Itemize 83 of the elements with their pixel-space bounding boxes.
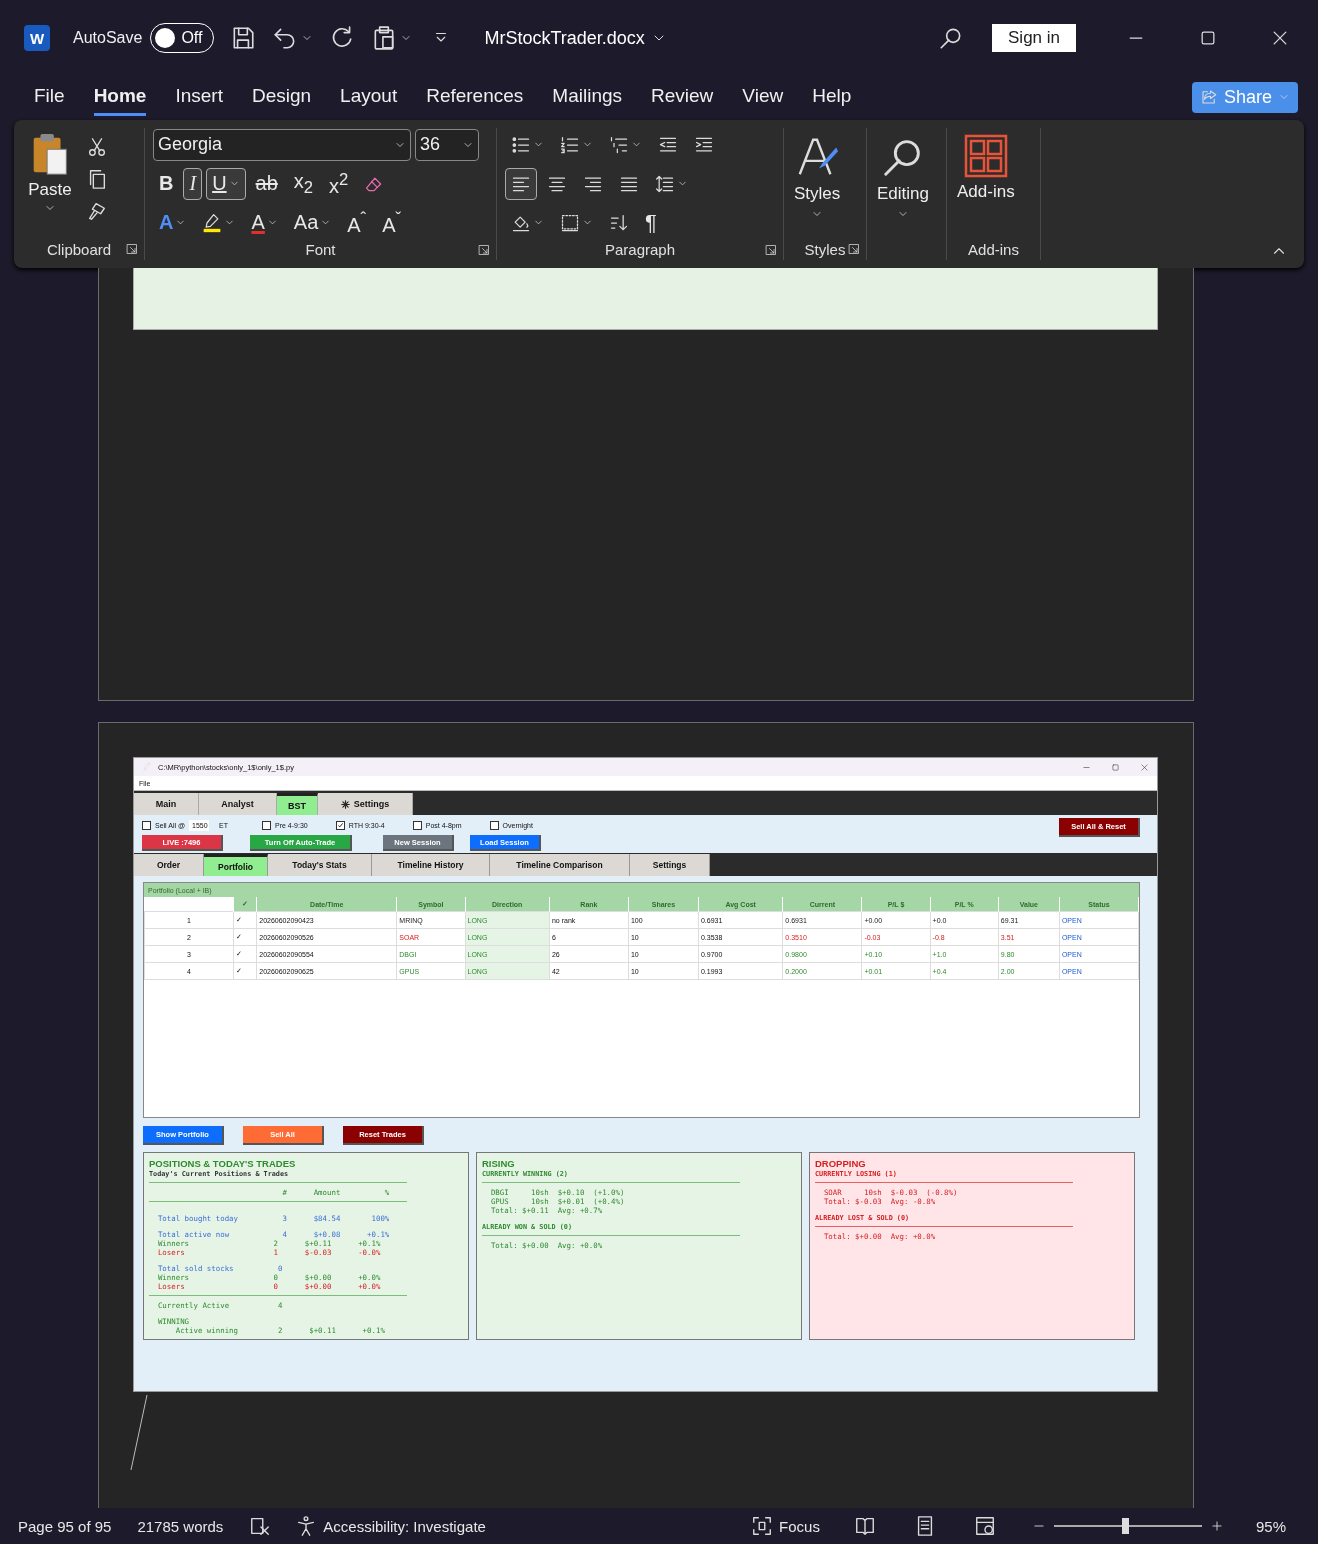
tab[interactable]: Order <box>134 854 204 876</box>
grow-font-button[interactable]: A$^{ˆ}$ <box>341 206 373 239</box>
tab[interactable]: Timeline History <box>372 854 490 876</box>
add-ins-button[interactable]: Add-ins <box>947 128 1025 238</box>
slider-thumb[interactable] <box>1122 1518 1129 1534</box>
borders-icon <box>560 212 580 233</box>
panel-title: RISING <box>482 1158 516 1169</box>
bullet-list-icon <box>511 134 531 155</box>
grid-icon <box>963 134 1008 178</box>
menu-tab[interactable]: Design <box>251 78 312 116</box>
group-label: Styles <box>804 240 846 258</box>
launcher-icon[interactable] <box>478 243 490 256</box>
tab[interactable]: Portfolio <box>204 854 268 876</box>
pilcrow-button[interactable]: ¶ <box>639 206 663 239</box>
tab[interactable]: BST <box>277 793 318 815</box>
menu-tab[interactable]: Home <box>93 78 147 116</box>
format-painter-icon[interactable] <box>86 200 108 222</box>
change-case-button[interactable]: Aa <box>287 206 338 239</box>
checkbox[interactable] <box>142 820 151 830</box>
tab[interactable]: Today's Stats <box>268 854 372 876</box>
tab[interactable]: Settings <box>318 793 413 815</box>
tab[interactable]: Settings <box>630 854 710 876</box>
checkbox[interactable] <box>262 820 271 830</box>
checkbox[interactable] <box>412 820 422 830</box>
checkbox[interactable] <box>489 820 499 830</box>
document-title[interactable]: MrStockTrader.docx <box>484 27 667 49</box>
font-size-dropdown[interactable]: 36 <box>415 128 479 161</box>
launcher-icon[interactable] <box>765 243 777 256</box>
panel-title: POSITIONS & TODAY'S TRADES <box>149 1158 297 1169</box>
zoom-in-icon[interactable] <box>1209 1519 1224 1533</box>
menu-tab[interactable]: Help <box>812 78 852 116</box>
text-effects-button[interactable]: A <box>153 206 193 239</box>
font-family-dropdown[interactable]: Georgia <box>153 128 411 161</box>
font-color-button[interactable]: A <box>245 206 284 239</box>
autosave-label: AutoSave <box>73 29 143 47</box>
menu-tab[interactable]: Mailings <box>552 78 623 116</box>
styles-button[interactable]: Styles <box>784 128 851 238</box>
group-label: Add-ins <box>968 240 1019 258</box>
subscript-button[interactable]: x$_{2}$ <box>287 167 320 200</box>
bold-button[interactable]: B <box>153 167 180 200</box>
highlighter-icon <box>202 212 223 233</box>
proofing-icon[interactable] <box>249 1515 272 1537</box>
tab[interactable]: Main <box>134 793 199 815</box>
line-spacing-icon <box>655 173 675 194</box>
group-label: Clipboard <box>46 240 112 258</box>
underline-button[interactable]: U <box>206 167 246 200</box>
menu-tab[interactable]: View <box>742 78 784 116</box>
zoom-level[interactable]: 95% <box>1255 1517 1286 1535</box>
app-logo: W <box>24 25 50 51</box>
menu-tab[interactable]: References <box>426 78 524 116</box>
zoom-slider[interactable] <box>1053 1518 1202 1534</box>
book-icon[interactable] <box>853 1515 876 1537</box>
web-layout-icon[interactable] <box>973 1515 996 1537</box>
paste-button[interactable]: Paste <box>14 128 86 238</box>
menu-tab[interactable]: File <box>34 78 65 116</box>
menu-tab[interactable]: Layout <box>340 78 398 116</box>
group-label: Font <box>305 241 336 258</box>
scissors-icon[interactable] <box>86 136 108 158</box>
launcher-icon[interactable] <box>126 243 138 255</box>
panel-title: DROPPING <box>815 1158 867 1169</box>
strikethrough-button[interactable]: ab <box>249 167 284 200</box>
accessibility-status[interactable]: Accessibility: Investigate <box>323 1517 486 1535</box>
superscript-button[interactable]: x$^{2}$ <box>323 167 355 200</box>
align-left-button[interactable] <box>505 167 537 200</box>
focus-icon <box>751 1515 774 1537</box>
share-icon <box>1199 88 1218 106</box>
launcher-icon[interactable] <box>848 243 860 255</box>
sort-icon <box>609 212 629 233</box>
italic-button[interactable]: I <box>183 167 203 200</box>
word-count[interactable]: 21785 words <box>137 1517 224 1535</box>
numbered-list-icon <box>560 134 580 155</box>
group-label: Paragraph <box>604 241 676 258</box>
editing-button[interactable]: Editing <box>867 128 939 238</box>
shrink-font-button[interactable]: A$^{ˇ}$ <box>376 206 408 239</box>
tab[interactable]: Timeline Comparison <box>490 854 630 876</box>
menu-tab[interactable]: Insert <box>175 78 223 116</box>
menu-tab[interactable]: Review <box>651 78 714 116</box>
multilevel-list-icon <box>609 134 629 155</box>
checkbox[interactable] <box>335 820 345 830</box>
focus-button[interactable]: Focus <box>779 1517 820 1535</box>
tab[interactable]: Analyst <box>199 793 277 815</box>
page-count[interactable]: Page 95 of 95 <box>18 1517 112 1535</box>
sign-in-button[interactable]: Sign in <box>992 24 1076 52</box>
